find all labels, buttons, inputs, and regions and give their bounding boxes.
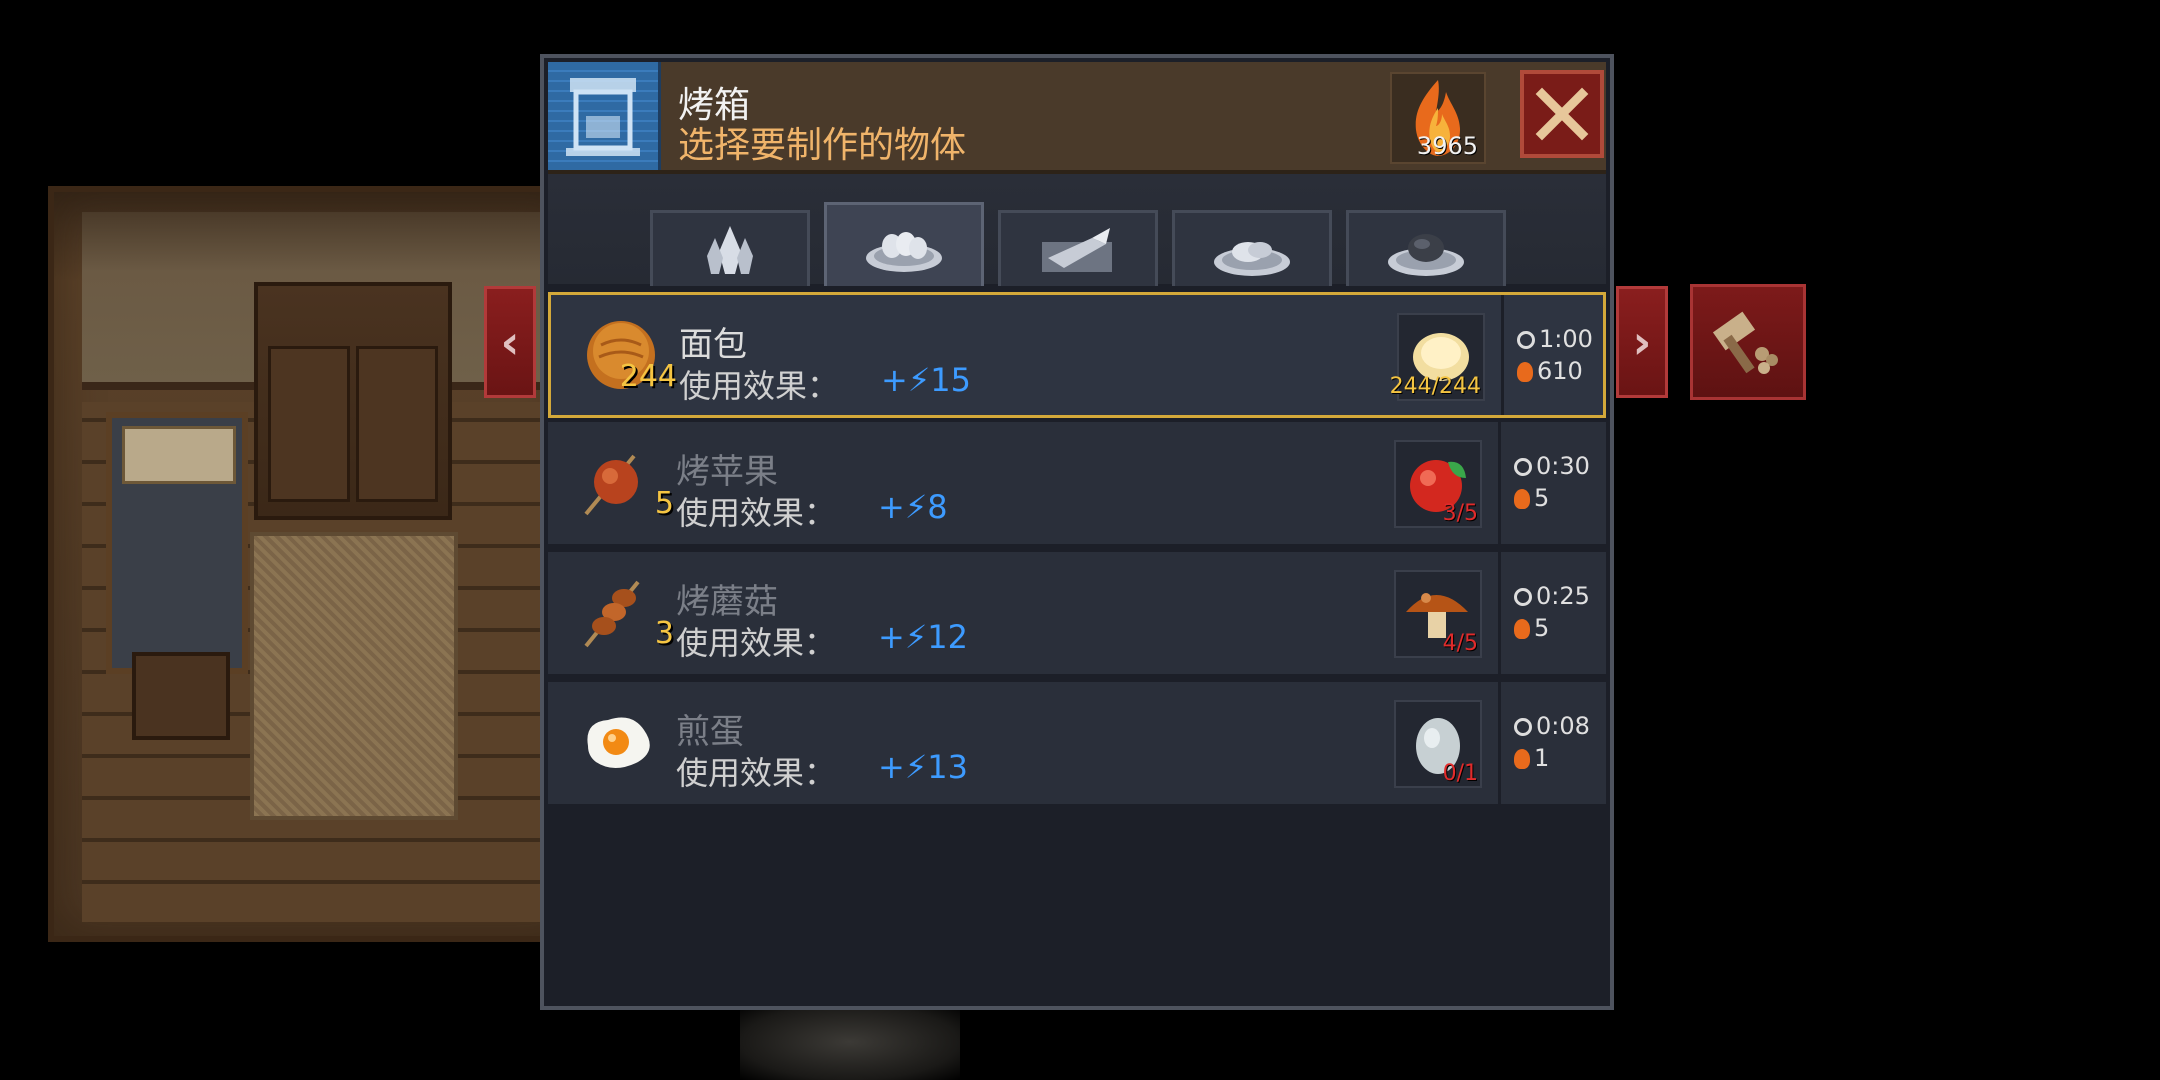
- effect-value: +⚡8: [878, 488, 948, 526]
- bed: [106, 412, 248, 674]
- clock-icon: [1514, 588, 1532, 606]
- effect-label: 使用效果：: [676, 494, 837, 532]
- row-divider: [1498, 682, 1501, 804]
- fuel-value: 610: [1537, 357, 1583, 385]
- effect-value: +⚡13: [878, 748, 968, 786]
- next-station-button[interactable]: ›: [1616, 286, 1668, 398]
- build-hammer-button[interactable]: [1690, 284, 1806, 400]
- recipe-row-bread[interactable]: 244 面包 使用效果： +⚡15 244/244 1:00 610: [548, 292, 1606, 418]
- fuel-value: 1: [1534, 744, 1550, 772]
- ingredient-slot: 4/5: [1394, 570, 1482, 658]
- clock-icon: [1514, 718, 1532, 736]
- meat-plate-icon: [1214, 241, 1290, 276]
- fuel-value: 5: [1534, 484, 1550, 512]
- effect-value: +⚡12: [878, 618, 968, 656]
- ingredient-slot: 0/1: [1394, 700, 1482, 788]
- flame-icon: [1517, 362, 1533, 382]
- recipe-name: 煎蛋: [676, 712, 744, 752]
- flame-icon: [1514, 489, 1530, 509]
- oven-cabinet: [254, 282, 452, 520]
- fuel-counter: 3965: [1390, 72, 1486, 164]
- fuel-cost: 5: [1514, 484, 1549, 512]
- craft-time: 0:08: [1514, 712, 1590, 740]
- hammer-icon: [1712, 311, 1778, 374]
- row-divider: [1501, 295, 1504, 415]
- ingredient-count: 0/1: [1442, 761, 1478, 786]
- fuel-cost: 5: [1514, 614, 1549, 642]
- fried-egg-icon: [578, 702, 658, 782]
- tab-stone[interactable]: [1346, 210, 1506, 286]
- recipe-name: 烤蘑菇: [676, 582, 778, 622]
- item-count: 3: [654, 616, 674, 651]
- clock-icon: [1514, 458, 1532, 476]
- craft-time: 0:25: [1514, 582, 1590, 610]
- crafting-panel: 烤箱 选择要制作的物体 3965 244 面包 使用效果： +⚡15 244/2…: [540, 54, 1614, 1010]
- stone-plate-icon: [1388, 233, 1464, 276]
- time-value: 0:25: [1536, 582, 1590, 610]
- prev-station-button[interactable]: ‹: [484, 286, 536, 398]
- tab-meat[interactable]: [1172, 210, 1332, 286]
- chest: [132, 652, 230, 740]
- fish-plate-icon: [1042, 227, 1112, 272]
- flame-icon: [1514, 619, 1530, 639]
- row-divider: [1498, 552, 1501, 674]
- clock-icon: [1517, 331, 1535, 349]
- panel-header: 烤箱 选择要制作的物体 3965: [548, 62, 1606, 174]
- craft-time: 0:30: [1514, 452, 1590, 480]
- row-divider: [1498, 422, 1501, 544]
- fuel-amount: 3965: [1416, 132, 1478, 160]
- tab-crystal[interactable]: [650, 210, 810, 286]
- ingredient-slot: 3/5: [1394, 440, 1482, 528]
- rug: [250, 532, 458, 820]
- time-value: 1:00: [1539, 325, 1593, 353]
- category-tabs: [548, 174, 1606, 286]
- item-count: 5: [654, 486, 674, 521]
- fuel-cost: 610: [1517, 357, 1583, 385]
- effect-label: 使用效果：: [679, 367, 840, 405]
- tab-bread[interactable]: [824, 202, 984, 286]
- time-value: 0:08: [1536, 712, 1590, 740]
- effect-label: 使用效果：: [676, 624, 837, 662]
- chevron-left-icon: ‹: [500, 315, 520, 369]
- floor-tile: [740, 1004, 960, 1080]
- craft-time: 1:00: [1517, 325, 1593, 353]
- recipe-name: 面包: [679, 325, 747, 365]
- effect-value: +⚡15: [881, 361, 971, 399]
- crystal-icon: [707, 225, 753, 274]
- chevron-right-icon: ›: [1632, 315, 1652, 369]
- flame-icon: [1514, 749, 1530, 769]
- ingredient-slot: 244/244: [1390, 313, 1485, 401]
- ingredient-count: 3/5: [1442, 501, 1478, 526]
- bread-plate-icon: [866, 231, 942, 272]
- recipe-row-fried-egg[interactable]: 煎蛋 使用效果： +⚡13 0/1 0:08 1: [548, 682, 1606, 808]
- ingredient-count: 244/244: [1389, 374, 1481, 399]
- close-button[interactable]: [1520, 70, 1604, 158]
- ingredient-count: 4/5: [1442, 631, 1478, 656]
- fuel-cost: 1: [1514, 744, 1549, 772]
- item-count: 244: [619, 359, 677, 394]
- recipe-row-baked-apple[interactable]: 5 烤苹果 使用效果： +⚡8 3/5 0:30 5: [548, 422, 1606, 548]
- recipe-row-baked-mushroom[interactable]: 3 烤蘑菇 使用效果： +⚡12 4/5 0:25 5: [548, 552, 1606, 678]
- recipe-name: 烤苹果: [676, 452, 778, 492]
- page-subtitle: 选择要制作的物体: [678, 125, 967, 166]
- fuel-value: 5: [1534, 614, 1550, 642]
- tab-fish[interactable]: [998, 210, 1158, 286]
- effect-label: 使用效果：: [676, 754, 837, 792]
- oven-icon: [548, 62, 661, 170]
- close-icon: [1535, 87, 1589, 141]
- recipe-list: 244 面包 使用效果： +⚡15 244/244 1:00 610 5 烤苹果…: [548, 292, 1606, 812]
- time-value: 0:30: [1536, 452, 1590, 480]
